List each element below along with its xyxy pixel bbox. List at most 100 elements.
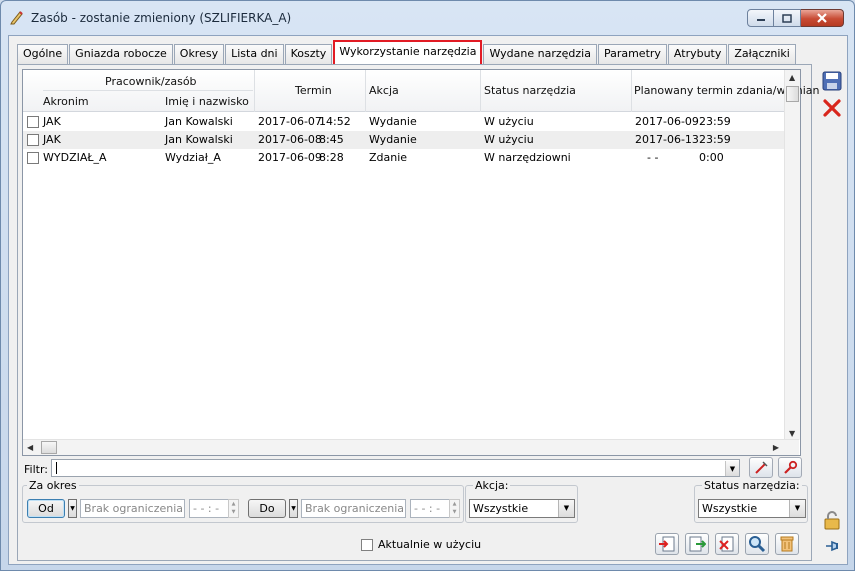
export-icon (689, 536, 706, 552)
od-dropdown-button[interactable]: ▼ (68, 499, 77, 518)
tab-wykorzystanie-narzędzia[interactable]: Wykorzystanie narzędzia (333, 40, 483, 65)
cell-status: W użyciu (484, 115, 534, 128)
od-date-field[interactable]: Brak ograniczenia (80, 499, 185, 518)
col-akcja[interactable]: Akcja (369, 84, 399, 97)
col-imie[interactable]: Imię i nazwisko (165, 95, 249, 108)
cell-plan-date: - - (647, 151, 659, 164)
cell-date: 2017-06-07 (258, 115, 322, 128)
horizontal-scrollbar[interactable]: ◀ ▶ (23, 439, 799, 455)
cell-date: 2017-06-09 (258, 151, 322, 164)
table-row[interactable]: WYDZIAŁ_A Wydział_A 2017-06-09 8:28 Zdanie W … (23, 149, 799, 167)
cell-time: 8:28 (319, 151, 344, 164)
status-legend: Status narzędzia: (702, 479, 802, 492)
tab-wydane-narzędzia[interactable]: Wydane narzędzia (483, 44, 597, 64)
import-button[interactable] (655, 533, 679, 555)
do-button[interactable]: Do (248, 499, 286, 518)
floppy-disk-icon (822, 71, 842, 91)
pin-button[interactable] (821, 535, 843, 557)
group-divider (43, 90, 253, 91)
tab-ogólne[interactable]: Ogólne (17, 44, 69, 64)
cell-imie: Jan Kowalski (165, 133, 233, 146)
tab-załączniki[interactable]: Załączniki (728, 44, 796, 64)
do-time-spinner[interactable]: ▲ ▼ (449, 499, 460, 518)
aktualnie-checkbox[interactable] (361, 539, 373, 551)
cell-akronim: JAK (43, 115, 61, 128)
export-button[interactable] (685, 533, 709, 555)
status-select[interactable]: Wszystkie ▼ (698, 499, 806, 518)
lock-button[interactable] (821, 509, 843, 531)
magnifier-icon (749, 536, 766, 553)
tab-atrybuty[interactable]: Atrybuty (667, 44, 728, 64)
cell-time: 8:45 (319, 133, 344, 146)
table-row[interactable]: JAK Jan Kowalski 2017-06-07 14:52 Wydanie W u… (23, 113, 799, 131)
vertical-scrollbar[interactable]: ▲ ▼ (784, 70, 800, 440)
save-button[interactable] (821, 70, 843, 92)
tab-parametry[interactable]: Parametry (597, 44, 667, 64)
maximize-icon (782, 13, 792, 23)
filter-dropdown-button[interactable]: ▼ (725, 461, 739, 476)
wrench-icon (784, 460, 798, 474)
za-okres-legend: Za okres (27, 479, 79, 492)
cell-plan-date: 2017-06-13 (635, 133, 699, 146)
filter-input[interactable]: ▼ (51, 459, 740, 477)
row-checkbox[interactable] (27, 152, 39, 164)
scroll-left-icon[interactable]: ◀ (27, 443, 33, 452)
preview-button[interactable] (745, 533, 769, 555)
grid-header: Pracownik/zasób Akronim Imię i nazwisko … (23, 70, 819, 112)
table-row[interactable]: JAK Jan Kowalski 2017-06-08 8:45 Wydanie W uż… (23, 131, 799, 149)
minimize-button[interactable] (747, 9, 774, 27)
delete-button[interactable] (775, 533, 799, 555)
pencil-icon (9, 9, 25, 25)
cell-plan-time: 0:00 (699, 151, 724, 164)
cell-date: 2017-06-08 (258, 133, 322, 146)
usage-grid: Pracownik/zasób Akronim Imię i nazwisko … (22, 69, 819, 456)
col-akronim[interactable]: Akronim (43, 95, 89, 108)
od-time-field[interactable]: - - : - (189, 499, 229, 518)
filter-constructor-button[interactable] (778, 457, 802, 478)
scroll-down-icon[interactable]: ▼ (789, 429, 795, 438)
col-termin[interactable]: Termin (295, 84, 332, 97)
delete-document-button[interactable] (715, 533, 739, 555)
status-dropdown-button[interactable]: ▼ (789, 500, 805, 517)
cell-time: 14:52 (319, 115, 351, 128)
cell-plan-time: 23:59 (699, 115, 731, 128)
vertical-scroll-thumb[interactable] (786, 86, 799, 102)
cell-imie: Jan Kowalski (165, 115, 233, 128)
pin-icon (826, 540, 838, 552)
row-checkbox[interactable] (27, 116, 39, 128)
dialog-client: Ogólne Gniazda robocze Okresy Lista dni Kosz… (8, 35, 848, 565)
cell-imie: Wydział_A (165, 151, 221, 164)
do-time-field[interactable]: - - : - (410, 499, 450, 518)
delete-document-icon (719, 536, 734, 552)
tab-okresy[interactable]: Okresy (173, 44, 225, 64)
od-button[interactable]: Od (27, 499, 65, 518)
akcja-dropdown-button[interactable]: ▼ (558, 500, 574, 517)
row-checkbox[interactable] (27, 134, 39, 146)
horizontal-scroll-thumb[interactable] (41, 441, 57, 454)
tab-gniazda-robocze[interactable]: Gniazda robocze (69, 44, 173, 64)
do-dropdown-button[interactable]: ▼ (289, 499, 298, 518)
cell-akronim: WYDZIAŁ_A (43, 151, 107, 164)
col-status[interactable]: Status narzędzia (484, 84, 576, 97)
tab-panel: Pracownik/zasób Akronim Imię i nazwisko … (17, 64, 819, 561)
dialog-window: Zasób - zostanie zmieniony (SZLIFIERKA_A… (0, 0, 855, 571)
maximize-button[interactable] (774, 9, 801, 27)
tab-koszty[interactable]: Koszty (284, 44, 333, 64)
chevron-down-icon: ▼ (70, 505, 75, 512)
cell-akcja: Wydanie (369, 115, 417, 128)
chevron-down-icon: ▼ (291, 505, 296, 512)
scroll-right-icon[interactable]: ▶ (773, 443, 779, 452)
tab-lista-dni[interactable]: Lista dni (225, 44, 284, 64)
do-date-field[interactable]: Brak ograniczenia (301, 499, 406, 518)
minimize-icon (756, 19, 765, 21)
close-button[interactable] (801, 9, 844, 27)
cell-status: W użyciu (484, 133, 534, 146)
od-time-spinner[interactable]: ▲ ▼ (228, 499, 239, 518)
cancel-button[interactable] (821, 97, 843, 119)
scroll-up-icon[interactable]: ▲ (789, 73, 795, 82)
import-icon (659, 536, 675, 552)
akcja-select[interactable]: Wszystkie ▼ (469, 499, 575, 518)
clear-filter-button[interactable] (749, 457, 773, 478)
clear-filter-icon (755, 460, 768, 474)
akcja-legend: Akcja: (473, 479, 511, 492)
